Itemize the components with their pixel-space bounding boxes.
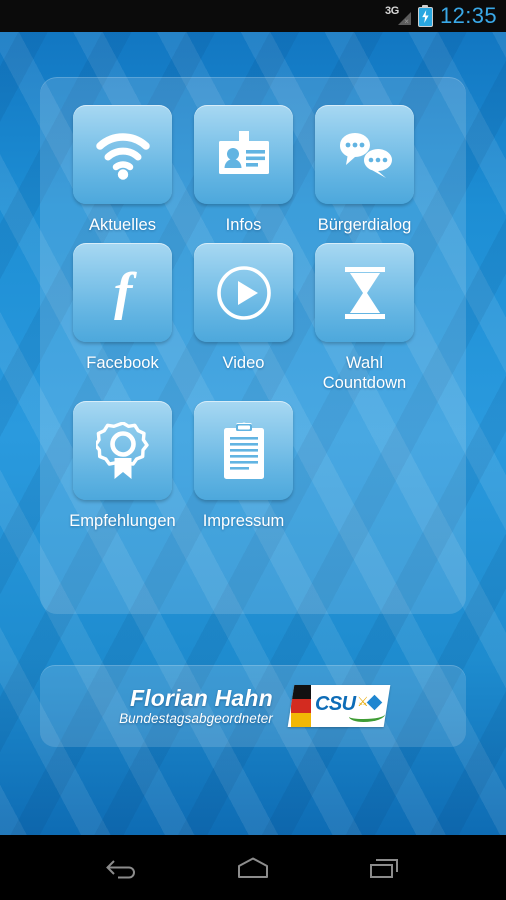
csu-logo-inner: CSU ⚔ <box>290 685 387 727</box>
tile-buergerdialog[interactable] <box>315 105 414 204</box>
footer-banner[interactable]: Florian Hahn Bundestagsabgeordneter CSU … <box>40 665 466 747</box>
menu-item-aktuelles[interactable]: Aktuelles <box>62 105 183 235</box>
recents-button[interactable] <box>353 845 415 891</box>
hourglass-icon <box>344 266 385 319</box>
menu-label-aktuelles: Aktuelles <box>89 216 156 234</box>
recents-icon <box>370 858 399 878</box>
tile-facebook[interactable]: f <box>73 243 172 342</box>
svg-text:f: f <box>113 266 137 320</box>
id-badge-icon <box>218 130 269 174</box>
battery-charging-icon <box>417 4 433 27</box>
phone-screen: 3G × 12:35 Aktuelles Infos Bürgerdialog … <box>0 0 506 900</box>
menu-item-empfehlungen[interactable]: Empfehlungen <box>62 401 183 531</box>
tile-video[interactable] <box>194 243 293 342</box>
award-rosette-icon <box>95 421 149 479</box>
facebook-f-icon: f <box>113 266 137 320</box>
tile-impressum[interactable] <box>194 401 293 500</box>
no-data-x-icon: × <box>404 17 409 26</box>
status-bar-clock: 12:35 <box>439 3 497 28</box>
menu-label-video: Video <box>222 354 265 372</box>
german-flag-black-stripe <box>290 685 311 699</box>
tile-empfehlungen[interactable] <box>73 401 172 500</box>
menu-item-video[interactable]: Video <box>183 243 304 393</box>
speech-bubbles-icon <box>339 132 392 178</box>
menu-item-facebook[interactable]: f Facebook <box>62 243 183 393</box>
back-button[interactable] <box>91 845 153 891</box>
blue-diamond-icon <box>366 694 383 711</box>
wifi-rss-icon <box>95 132 150 180</box>
menu-label-infos: Infos <box>225 216 262 234</box>
menu-panel: Aktuelles Infos Bürgerdialog f Facebook … <box>40 77 466 614</box>
politician-name: Florian Hahn <box>129 685 273 711</box>
status-bar: 3G × 12:35 <box>0 0 506 32</box>
menu-item-impressum[interactable]: Impressum <box>183 401 304 531</box>
politician-role: Bundestagsabgeordneter <box>119 711 273 726</box>
android-nav-bar <box>0 835 506 900</box>
menu-grid: Aktuelles Infos Bürgerdialog f Facebook … <box>40 77 466 614</box>
back-arrow-icon <box>105 859 135 878</box>
network-type-label: 3G <box>384 5 400 17</box>
menu-item-infos[interactable]: Infos <box>183 105 304 235</box>
home-icon <box>237 857 268 878</box>
clipboard-icon <box>223 422 264 479</box>
menu-label-facebook: Facebook <box>86 354 159 372</box>
menu-label-impressum: Impressum <box>202 512 285 530</box>
german-flag-gold-stripe <box>290 713 311 727</box>
politician-name-block: Florian Hahn Bundestagsabgeordneter <box>119 685 273 727</box>
tile-infos[interactable] <box>194 105 293 204</box>
csu-logo[interactable]: CSU ⚔ <box>287 685 391 727</box>
green-swoosh-icon <box>348 709 385 722</box>
menu-item-wahl-countdown[interactable]: Wahl Countdown <box>304 243 425 393</box>
menu-label-buergerdialog: Bürgerdialog <box>317 216 412 234</box>
german-flag-red-stripe <box>290 699 311 713</box>
menu-label-wahl-countdown: Wahl Countdown <box>322 354 407 392</box>
menu-label-empfehlungen: Empfehlungen <box>69 512 176 530</box>
play-circle-icon <box>216 265 271 320</box>
signal-icon: 3G × <box>384 5 411 26</box>
tile-wahl-countdown[interactable] <box>315 243 414 342</box>
home-button[interactable] <box>222 845 284 891</box>
menu-item-buergerdialog[interactable]: Bürgerdialog <box>304 105 425 235</box>
tile-aktuelles[interactable] <box>73 105 172 204</box>
